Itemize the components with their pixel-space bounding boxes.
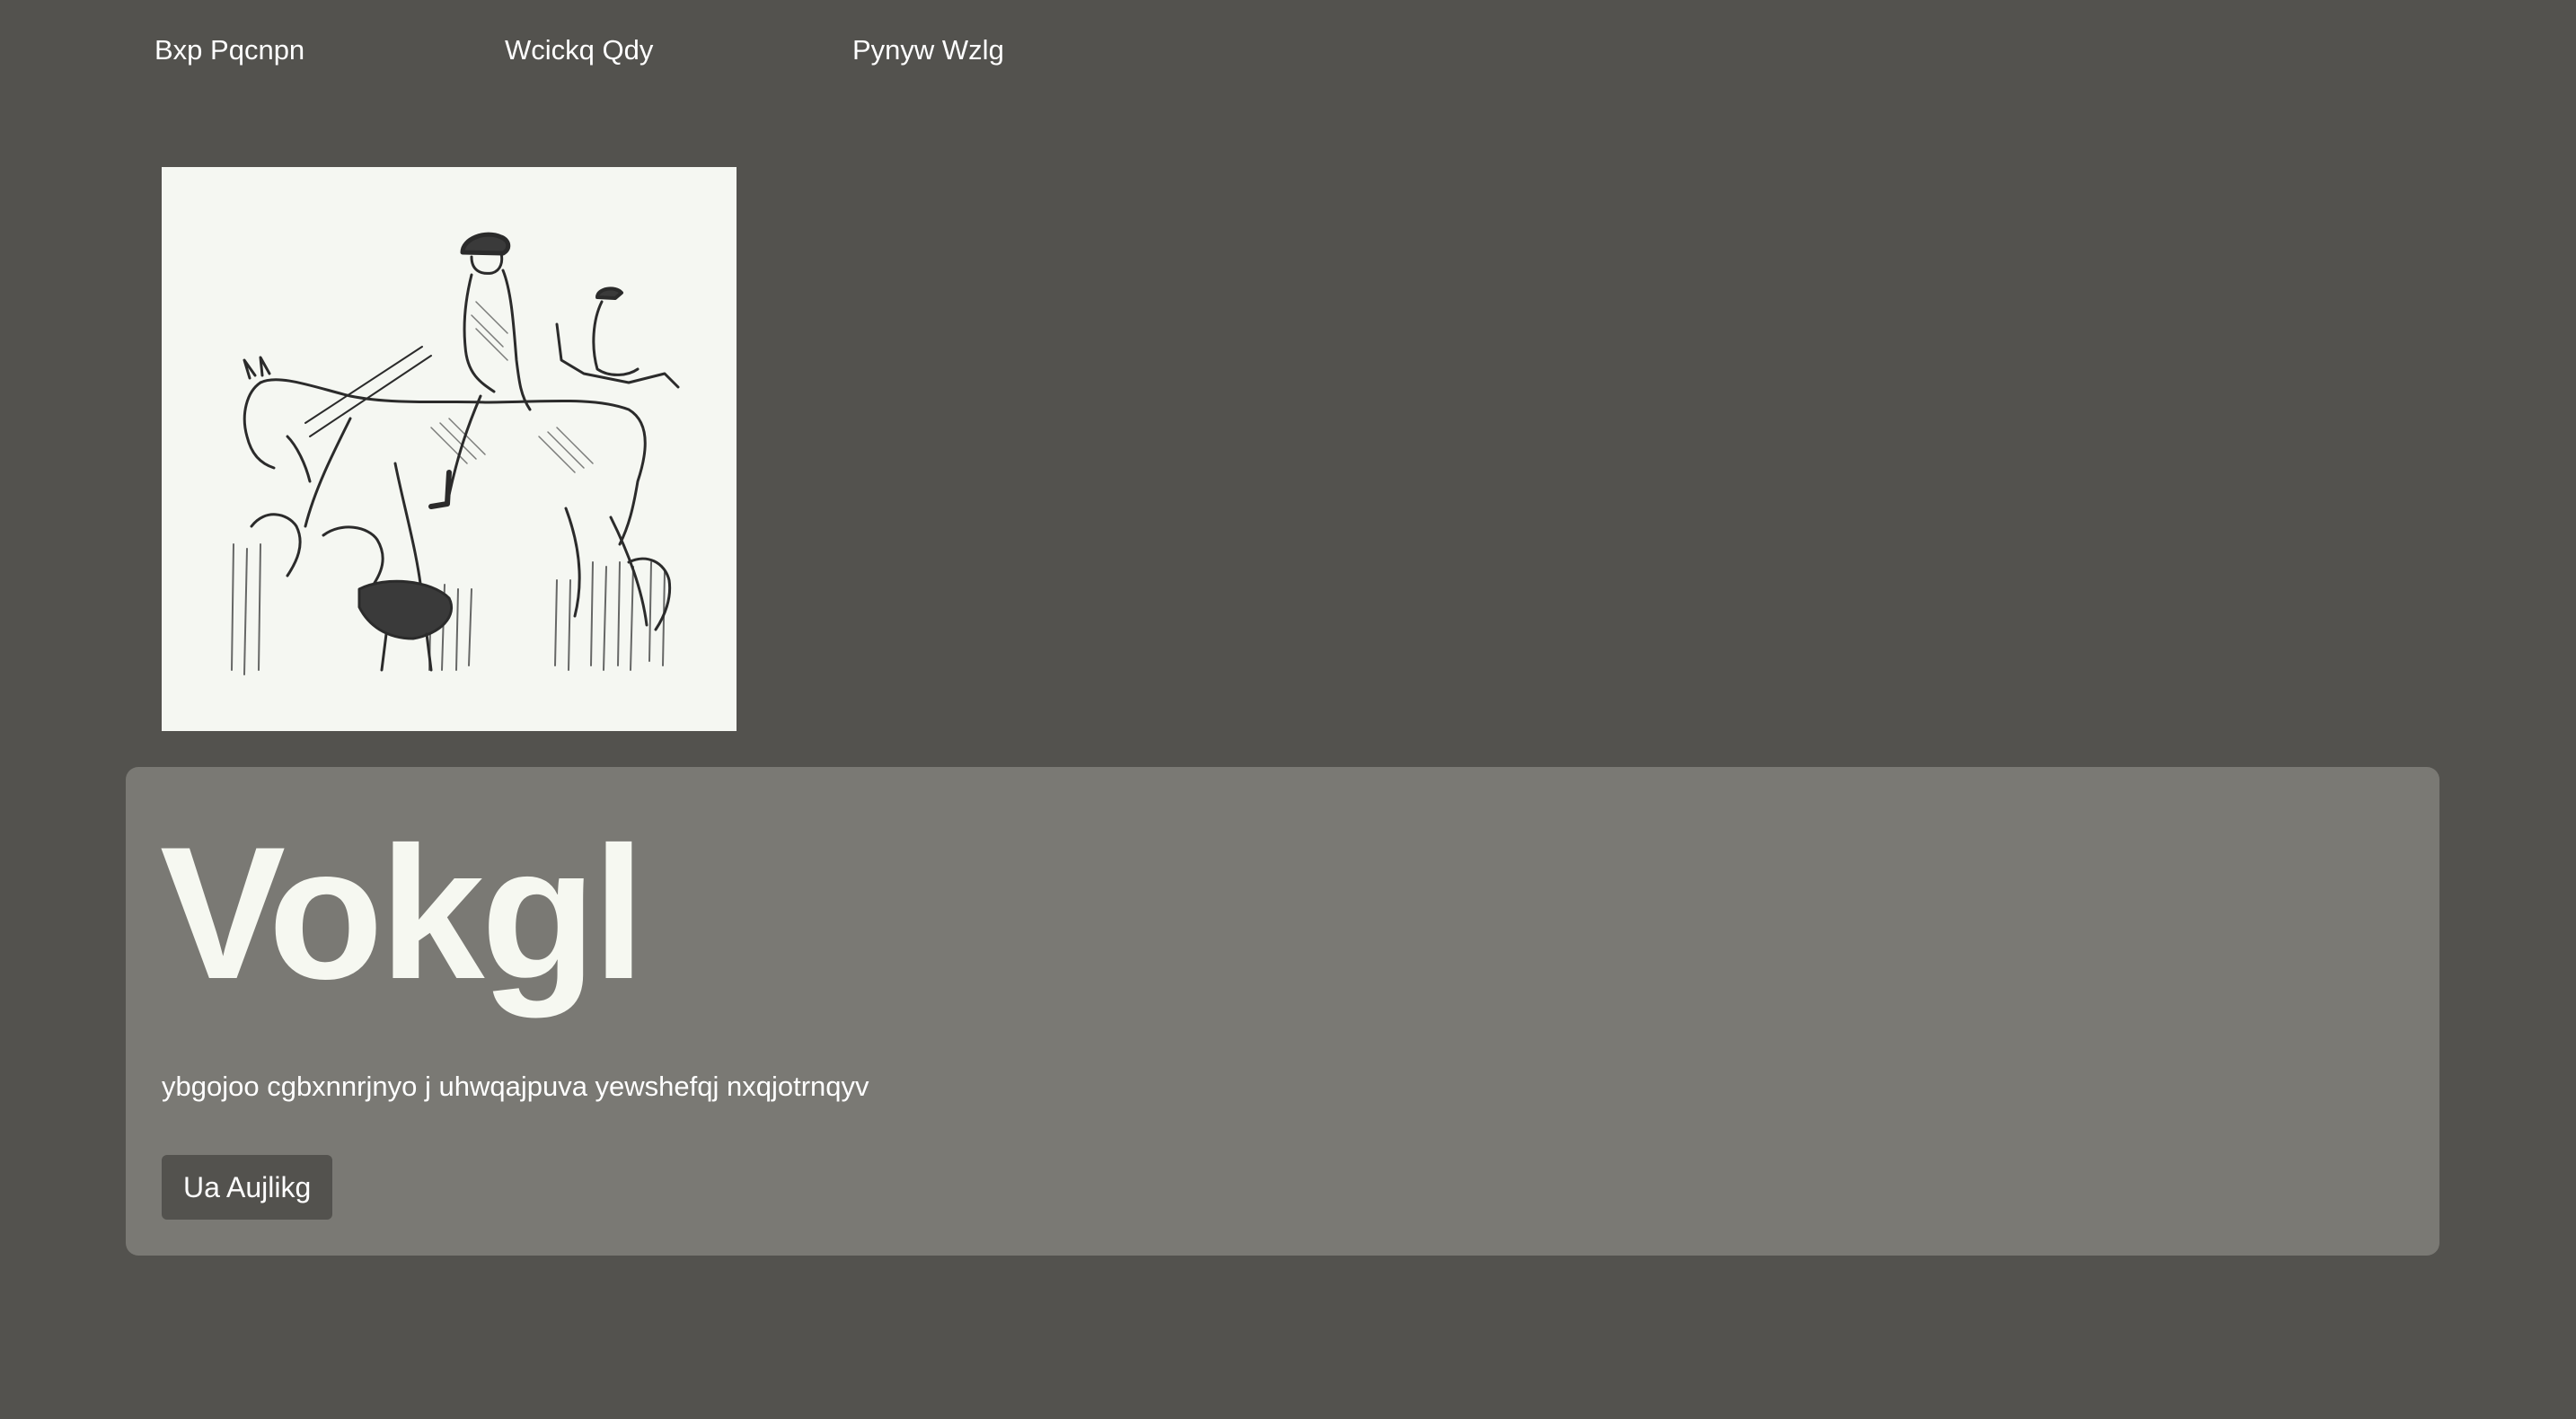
sketch-illustration — [231, 232, 680, 675]
hero-cta-button[interactable]: Ua Aujlikg — [162, 1155, 333, 1220]
nav-link-2[interactable]: Wcickq Qdy — [505, 27, 653, 74]
hero-card: Vokgl ybgojoo cgbxnnrjnyo j uhwqajpuva y… — [126, 767, 2439, 1256]
hunting-sketch-image — [162, 167, 737, 731]
page: Bxp Pqcnpn Wcickq Qdy Pynyw Wzlg Vokgl y… — [0, 0, 2576, 1419]
nav-link-3[interactable]: Pynyw Wzlg — [852, 27, 1004, 74]
nav-link-1[interactable]: Bxp Pqcnpn — [154, 27, 304, 74]
hero-description: ybgojoo cgbxnnrjnyo j uhwqajpuva yewshef… — [162, 1071, 869, 1102]
hero-title: Vokgl — [160, 807, 645, 1018]
